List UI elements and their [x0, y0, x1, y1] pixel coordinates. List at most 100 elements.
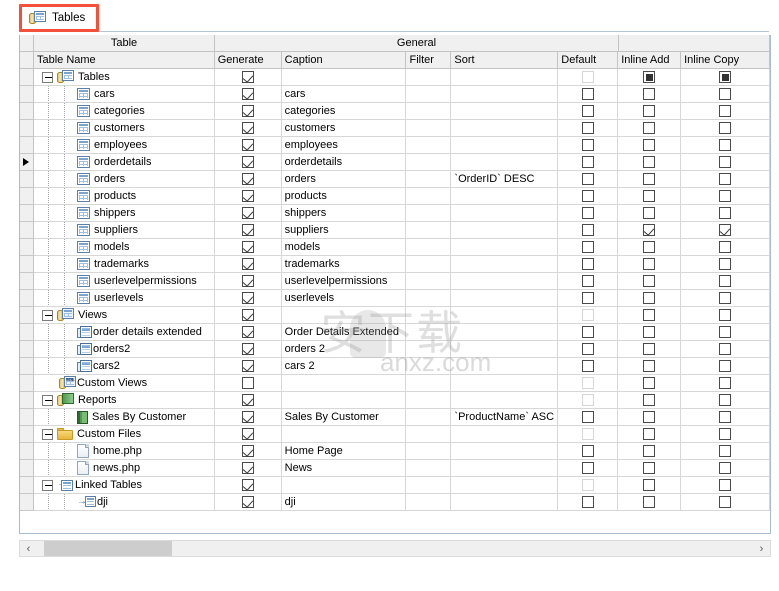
cell-default[interactable] [558, 205, 619, 222]
cell-filter[interactable] [406, 375, 452, 392]
cell-caption[interactable]: Sales By Customer [281, 409, 407, 426]
default-checkbox[interactable] [581, 462, 594, 474]
cell-default[interactable] [558, 171, 619, 188]
inline-copy-checkbox[interactable] [719, 377, 732, 389]
cell-caption[interactable]: userlevels [281, 290, 407, 307]
cell-sort[interactable] [451, 290, 559, 307]
cell-table-name[interactable]: →Linked Tables [33, 477, 215, 494]
generate-checkbox[interactable] [241, 258, 254, 270]
table-row[interactable]: orders orders `OrderID` DESC [20, 171, 770, 188]
row-gutter[interactable] [20, 69, 34, 86]
generate-checkbox[interactable] [241, 71, 254, 83]
cell-default[interactable] [558, 137, 619, 154]
table-row[interactable]: news.php News [20, 460, 770, 477]
row-gutter[interactable] [20, 137, 34, 154]
cell-table-name[interactable]: shippers [33, 205, 215, 222]
cell-sort[interactable] [451, 426, 559, 443]
cell-caption[interactable]: Home Page [281, 443, 407, 460]
group-header-table[interactable]: Table [34, 35, 215, 52]
generate-checkbox[interactable] [241, 122, 254, 134]
row-gutter[interactable] [20, 341, 34, 358]
cell-inline-add[interactable] [618, 205, 682, 222]
group-header-general[interactable]: General [215, 35, 619, 52]
cell-inline-copy[interactable] [681, 341, 770, 358]
default-checkbox[interactable] [581, 258, 594, 270]
inline-copy-checkbox[interactable] [719, 394, 732, 406]
cell-sort[interactable] [451, 205, 559, 222]
table-row[interactable]: trademarks trademarks [20, 256, 770, 273]
cell-filter[interactable] [406, 341, 452, 358]
cell-inline-copy[interactable] [681, 443, 770, 460]
tree-expander-collapse[interactable] [41, 309, 53, 321]
cell-caption[interactable]: orderdetails [281, 154, 407, 171]
cell-inline-copy[interactable] [681, 239, 770, 256]
cell-inline-add[interactable] [618, 460, 682, 477]
table-row[interactable]: userlevels userlevels [20, 290, 770, 307]
cell-inline-add[interactable] [618, 222, 682, 239]
cell-filter[interactable] [406, 426, 452, 443]
row-gutter[interactable] [20, 256, 34, 273]
cell-caption[interactable]: products [281, 188, 407, 205]
cell-table-name[interactable]: userlevels [33, 290, 215, 307]
cell-generate[interactable] [214, 256, 282, 273]
inline-add-checkbox[interactable] [643, 71, 656, 83]
row-gutter[interactable] [20, 239, 34, 256]
default-checkbox[interactable] [581, 224, 594, 236]
default-checkbox[interactable] [581, 207, 594, 219]
cell-filter[interactable] [406, 188, 452, 205]
table-row[interactable]: shippers shippers [20, 205, 770, 222]
cell-generate[interactable] [214, 290, 282, 307]
cell-inline-add[interactable] [618, 103, 682, 120]
inline-copy-checkbox[interactable] [719, 292, 732, 304]
cell-sort[interactable] [451, 494, 559, 511]
cell-default[interactable] [558, 392, 619, 409]
cell-table-name[interactable]: orders [33, 171, 215, 188]
cell-inline-copy[interactable] [681, 86, 770, 103]
cell-caption[interactable]: suppliers [281, 222, 407, 239]
row-gutter[interactable] [20, 103, 34, 120]
cell-table-name[interactable]: orders2 [33, 341, 215, 358]
cell-filter[interactable] [406, 86, 452, 103]
default-checkbox[interactable] [581, 496, 594, 508]
cell-default[interactable] [558, 239, 619, 256]
cell-generate[interactable] [214, 375, 282, 392]
cell-generate[interactable] [214, 171, 282, 188]
cell-filter[interactable] [406, 392, 452, 409]
table-row[interactable]: suppliers suppliers [20, 222, 770, 239]
cell-filter[interactable] [406, 290, 452, 307]
col-header-table-name[interactable]: Table Name [33, 52, 215, 69]
cell-inline-add[interactable] [618, 409, 682, 426]
generate-checkbox[interactable] [241, 292, 254, 304]
cell-default[interactable] [558, 341, 619, 358]
cell-table-name[interactable]: customers [33, 120, 215, 137]
cell-default[interactable] [558, 69, 619, 86]
table-row[interactable]: orders2 orders 2 [20, 341, 770, 358]
inline-copy-checkbox[interactable] [719, 343, 732, 355]
inline-add-checkbox[interactable] [643, 207, 656, 219]
col-header-sort[interactable]: Sort [451, 52, 559, 69]
cell-inline-add[interactable] [618, 290, 682, 307]
cell-table-name[interactable]: Custom Files [33, 426, 215, 443]
cell-sort[interactable] [451, 188, 559, 205]
table-row[interactable]: employees employees [20, 137, 770, 154]
cell-inline-add[interactable] [618, 307, 682, 324]
cell-filter[interactable] [406, 358, 452, 375]
row-gutter[interactable] [20, 477, 34, 494]
cell-default[interactable] [558, 154, 619, 171]
cell-generate[interactable] [214, 392, 282, 409]
horizontal-scrollbar[interactable]: ‹ › [19, 540, 771, 557]
cell-inline-add[interactable] [618, 477, 682, 494]
generate-checkbox[interactable] [241, 207, 254, 219]
col-header-inline-add[interactable]: Inline Add [618, 52, 682, 69]
tree-expander-collapse[interactable] [41, 479, 53, 491]
generate-checkbox[interactable] [241, 224, 254, 236]
col-header-default[interactable]: Default [558, 52, 619, 69]
cell-table-name[interactable]: cars [33, 86, 215, 103]
row-gutter[interactable] [20, 392, 34, 409]
cell-table-name[interactable]: products [33, 188, 215, 205]
cell-table-name[interactable]: Tables [33, 69, 215, 86]
row-gutter[interactable] [20, 222, 34, 239]
col-header-inline-copy[interactable]: Inline Copy [681, 52, 770, 69]
cell-filter[interactable] [406, 443, 452, 460]
inline-add-checkbox[interactable] [643, 122, 656, 134]
